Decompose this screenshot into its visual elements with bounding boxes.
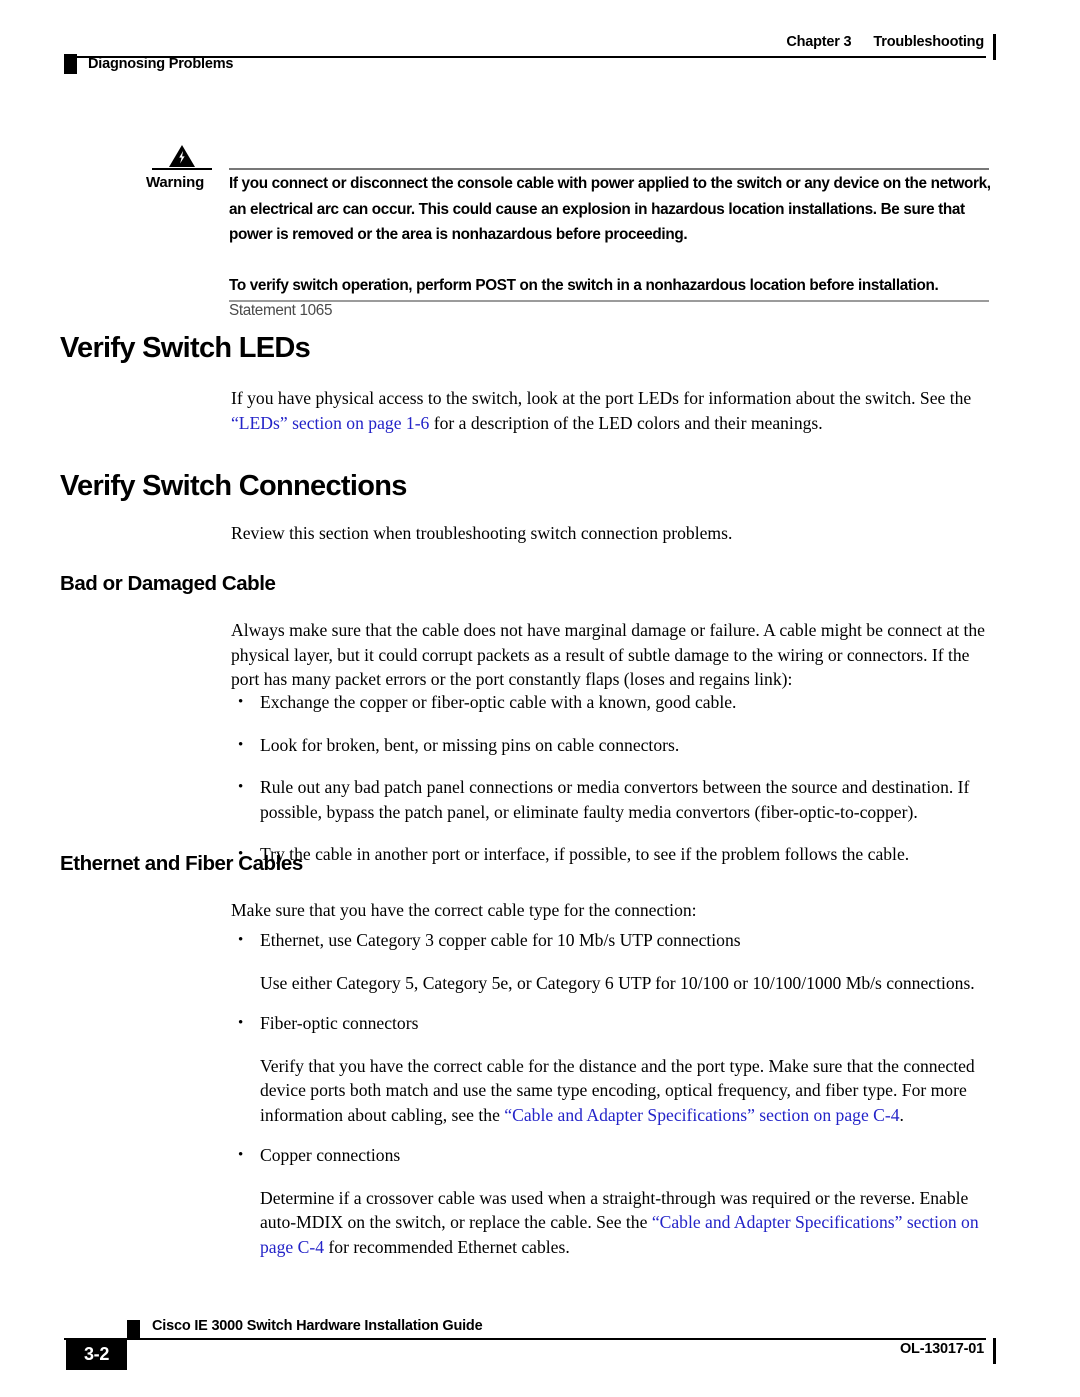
header-edge-tick <box>992 34 996 60</box>
warning-paragraph-2-bold: To verify switch operation, perform POST… <box>229 276 939 294</box>
paragraph-text-part-2: for a description of the LED colors and … <box>429 412 823 433</box>
list-item: Copper connections <box>231 1143 993 1168</box>
list-item: Fiber-optic connectors <box>231 1011 993 1036</box>
heading-ethernet-and-fiber-cables: Ethernet and Fiber Cables <box>60 852 303 875</box>
list-item: Exchange the copper or fiber-optic cable… <box>231 690 993 715</box>
list-bad-cable-checks: Exchange the copper or fiber-optic cable… <box>231 690 993 867</box>
header-chapter-label: Chapter 3 <box>786 34 852 50</box>
warning-lightning-triangle-icon <box>168 144 196 168</box>
list-item: Look for broken, bent, or missing pins o… <box>231 733 993 758</box>
warning-paragraph-2: To verify switch operation, perform POST… <box>229 273 991 324</box>
link-leds-section-page-1-6[interactable]: “LEDs” section on page 1-6 <box>231 413 429 433</box>
warning-paragraph-1: If you connect or disconnect the console… <box>229 175 991 243</box>
paragraph-ethernet-fiber-intro: Make sure that you have the correct cabl… <box>231 900 697 920</box>
list-item: Try the cable in another port or interfa… <box>231 842 993 867</box>
footer-document-title: Cisco IE 3000 Switch Hardware Installati… <box>152 1318 483 1334</box>
heading-bad-or-damaged-cable: Bad or Damaged Cable <box>60 572 276 595</box>
heading-verify-switch-leds: Verify Switch LEDs <box>60 332 311 364</box>
link-cable-and-adapter-specifications-page-c-4[interactable]: “Cable and Adapter Specifications” secti… <box>504 1105 899 1125</box>
header-chapter-info: Chapter 3 Troubleshooting <box>786 34 984 50</box>
footer-document-id: OL-13017-01 <box>899 1341 984 1357</box>
warning-rule-left <box>152 168 212 170</box>
footer-page-number: 3-2 <box>66 1338 127 1370</box>
sub-fiber-text-part-2: . <box>899 1104 904 1125</box>
list-item: Rule out any bad patch panel connections… <box>231 775 993 824</box>
page-header: Chapter 3 Troubleshooting Diagnosing Prob… <box>0 0 1080 90</box>
list-ethernet-fiber-cable-types: Ethernet, use Category 3 copper cable fo… <box>231 928 993 1275</box>
list-item-sub-ethernet: Use either Category 5, Category 5e, or C… <box>260 972 975 993</box>
header-running-head: Diagnosing Problems <box>88 56 234 72</box>
paragraph-bad-cable-intro: Always make sure that the cable does not… <box>231 620 985 689</box>
paragraph-text-part-1: If you have physical access to the switc… <box>231 388 972 408</box>
footer-rule <box>64 1338 986 1340</box>
list-item: Ethernet, use Category 3 copper cable fo… <box>231 928 993 953</box>
warning-label: Warning <box>146 174 205 191</box>
header-bullet-square-icon <box>64 54 77 74</box>
warning-rule-bottom <box>229 300 989 303</box>
paragraph-verify-switch-connections: Review this section when troubleshooting… <box>231 523 733 543</box>
sub-copper-text-part-2: for recommended Ethernet cables. <box>324 1236 570 1257</box>
list-item-sub-copper: Determine if a crossover cable was used … <box>231 1186 993 1260</box>
document-page: Chapter 3 Troubleshooting Diagnosing Prob… <box>0 0 1080 1397</box>
warning-statement-number: Statement 1065 <box>229 302 333 319</box>
footer-bullet-square-icon <box>127 1320 140 1340</box>
heading-verify-switch-connections: Verify Switch Connections <box>60 470 407 502</box>
warning-rule-right <box>229 168 989 170</box>
footer-edge-tick <box>992 1338 996 1364</box>
list-item-sub-fiber: Verify that you have the correct cable f… <box>231 1054 993 1128</box>
paragraph-verify-switch-leds: If you have physical access to the switc… <box>231 386 991 435</box>
header-chapter-title: Troubleshooting <box>873 34 984 50</box>
